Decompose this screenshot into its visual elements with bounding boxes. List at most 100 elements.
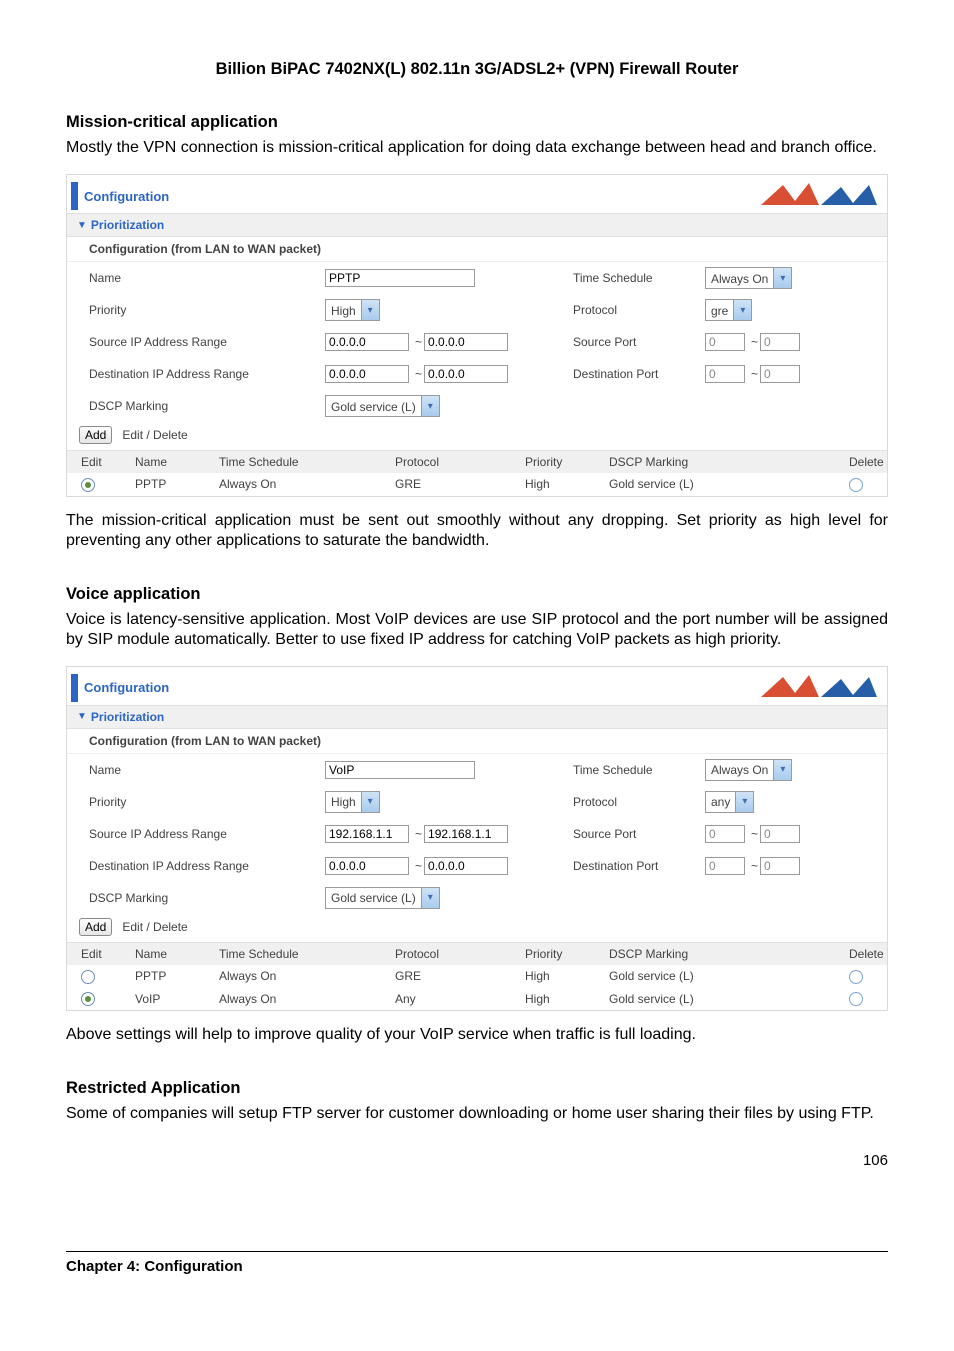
row-name: VoIP — [135, 992, 219, 1006]
body-text-mission-after: The mission-critical application must be… — [66, 511, 888, 551]
chevron-down-icon: ▾ — [421, 888, 439, 908]
chevron-down-icon: ▾ — [733, 300, 751, 320]
chevron-down-icon: ▾ — [773, 760, 791, 780]
panel-accent-bar — [71, 182, 78, 210]
delete-radio[interactable] — [849, 970, 863, 984]
dst-ip-a-input[interactable] — [325, 857, 409, 875]
delete-radio[interactable] — [849, 478, 863, 492]
label-dst-ip: Destination IP Address Range — [89, 859, 325, 873]
label-src-ip: Source IP Address Range — [89, 827, 325, 841]
row-protocol: GRE — [395, 969, 525, 983]
subhead-config: Configuration (from LAN to WAN packet) — [67, 237, 887, 262]
label-dst-ip: Destination IP Address Range — [89, 367, 325, 381]
panel-accent-bar — [71, 674, 78, 702]
dst-ip-b-input[interactable] — [424, 365, 508, 383]
priority-select[interactable]: High▾ — [325, 791, 380, 813]
row-protocol: Any — [395, 992, 525, 1006]
edit-radio[interactable] — [81, 992, 95, 1006]
subhead-config: Configuration (from LAN to WAN packet) — [67, 729, 887, 754]
time-schedule-select[interactable]: Always On▾ — [705, 759, 792, 781]
page-number: 106 — [863, 1152, 888, 1169]
brand-logo — [759, 181, 879, 211]
src-ip-b-input[interactable] — [424, 825, 508, 843]
src-port-b-input[interactable] — [760, 825, 800, 843]
range-tilde: ~ — [415, 827, 422, 841]
dscp-select[interactable]: Gold service (L)▾ — [325, 395, 440, 417]
time-schedule-select[interactable]: Always On▾ — [705, 267, 792, 289]
protocol-select[interactable]: gre▾ — [705, 299, 752, 321]
row-dscp: Gold service (L) — [609, 969, 849, 983]
row-dscp: Gold service (L) — [609, 477, 849, 491]
edit-radio[interactable] — [81, 970, 95, 984]
body-text-restricted: Some of companies will setup FTP server … — [66, 1104, 888, 1124]
range-tilde: ~ — [415, 335, 422, 349]
label-time-schedule: Time Schedule — [573, 763, 705, 777]
row-priority: High — [525, 992, 609, 1006]
range-tilde: ~ — [751, 335, 758, 349]
row-priority: High — [525, 477, 609, 491]
src-ip-a-input[interactable] — [325, 333, 409, 351]
panel-title: Configuration — [84, 680, 169, 695]
range-tilde: ~ — [751, 367, 758, 381]
panel-title: Configuration — [84, 189, 169, 204]
label-priority: Priority — [89, 795, 325, 809]
dst-port-a-input[interactable] — [705, 857, 745, 875]
dst-ip-a-input[interactable] — [325, 365, 409, 383]
priority-select[interactable]: High▾ — [325, 299, 380, 321]
add-button[interactable]: Add — [79, 918, 112, 936]
brand-logo — [759, 673, 879, 703]
body-text-voice: Voice is latency-sensitive application. … — [66, 610, 888, 650]
label-dst-port: Destination Port — [573, 859, 705, 873]
list-rows-1: PPTPAlways OnGREHighGold service (L) — [67, 473, 887, 496]
dst-port-b-input[interactable] — [760, 857, 800, 875]
range-tilde: ~ — [415, 367, 422, 381]
chevron-down-icon: ▾ — [773, 268, 791, 288]
label-src-ip: Source IP Address Range — [89, 335, 325, 349]
row-time-schedule: Always On — [219, 477, 395, 491]
list-rows-2: PPTPAlways OnGREHighGold service (L) VoIP… — [67, 965, 887, 1011]
row-name: PPTP — [135, 969, 219, 983]
label-time-schedule: Time Schedule — [573, 271, 705, 285]
delete-radio[interactable] — [849, 992, 863, 1006]
collapse-icon[interactable]: ▼ — [77, 711, 87, 722]
label-dscp: DSCP Marking — [89, 399, 325, 413]
chevron-down-icon: ▾ — [361, 300, 379, 320]
subhead-prioritization: Prioritization — [91, 218, 164, 232]
row-name: PPTP — [135, 477, 219, 491]
name-input[interactable] — [325, 761, 475, 779]
src-port-a-input[interactable] — [705, 825, 745, 843]
add-button[interactable]: Add — [79, 426, 112, 444]
protocol-select[interactable]: any▾ — [705, 791, 754, 813]
name-input[interactable] — [325, 269, 475, 287]
section-title-voice: Voice application — [66, 585, 888, 604]
src-ip-a-input[interactable] — [325, 825, 409, 843]
config-panel-1: Configuration ▼ Prioritization Configura… — [66, 174, 888, 497]
chevron-down-icon: ▾ — [421, 396, 439, 416]
label-src-port: Source Port — [573, 335, 705, 349]
list-header: Edit Name Time Schedule Protocol Priorit… — [67, 942, 887, 965]
table-row: PPTPAlways OnGREHighGold service (L) — [67, 965, 887, 988]
collapse-icon[interactable]: ▼ — [77, 220, 87, 231]
subhead-prioritization: Prioritization — [91, 710, 164, 724]
body-text-voice-after: Above settings will help to improve qual… — [66, 1025, 888, 1045]
table-row: PPTPAlways OnGREHighGold service (L) — [67, 473, 887, 496]
row-time-schedule: Always On — [219, 969, 395, 983]
chevron-down-icon: ▾ — [361, 792, 379, 812]
range-tilde: ~ — [415, 859, 422, 873]
range-tilde: ~ — [751, 827, 758, 841]
dst-ip-b-input[interactable] — [424, 857, 508, 875]
edit-delete-label: Edit / Delete — [122, 428, 187, 442]
section-title-mission: Mission-critical application — [66, 113, 888, 132]
row-time-schedule: Always On — [219, 992, 395, 1006]
dscp-select[interactable]: Gold service (L)▾ — [325, 887, 440, 909]
dst-port-a-input[interactable] — [705, 365, 745, 383]
footer-chapter: Chapter 4: Configuration — [66, 1258, 243, 1275]
edit-radio[interactable] — [81, 478, 95, 492]
dst-port-b-input[interactable] — [760, 365, 800, 383]
src-port-a-input[interactable] — [705, 333, 745, 351]
label-name: Name — [89, 763, 325, 777]
src-ip-b-input[interactable] — [424, 333, 508, 351]
label-priority: Priority — [89, 303, 325, 317]
src-port-b-input[interactable] — [760, 333, 800, 351]
row-dscp: Gold service (L) — [609, 992, 849, 1006]
